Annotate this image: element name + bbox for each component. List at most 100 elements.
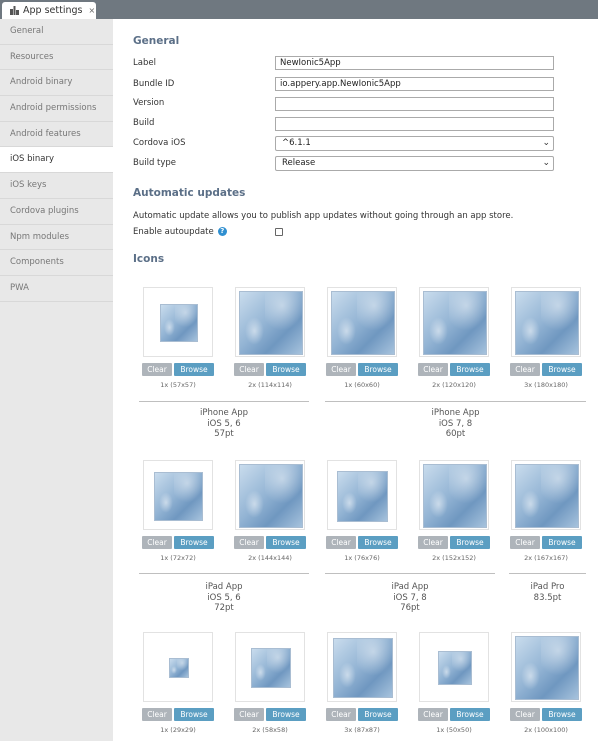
- browse-button[interactable]: Browse: [266, 363, 306, 376]
- sidebar-item-components[interactable]: Components: [0, 250, 113, 276]
- icon-cell: Clear Browse 1x (72x72): [141, 460, 215, 562]
- icon-size-label: 1x (76x76): [344, 554, 380, 562]
- browse-button[interactable]: Browse: [358, 363, 398, 376]
- clear-button[interactable]: Clear: [142, 536, 172, 549]
- sidebar: General Resources Android binary Android…: [0, 19, 113, 741]
- tab-app-settings[interactable]: App settings ×: [2, 2, 96, 19]
- general-section-title: General: [133, 35, 180, 47]
- clear-button[interactable]: Clear: [510, 708, 540, 721]
- browse-button[interactable]: Browse: [542, 363, 582, 376]
- group-label-line: iPhone App: [200, 408, 248, 418]
- browse-button[interactable]: Browse: [450, 363, 490, 376]
- icon-size-label: 1x (29x29): [160, 726, 196, 734]
- icon-cell: Clear Browse 3x (87x87): [325, 632, 399, 734]
- clear-button[interactable]: Clear: [326, 363, 356, 376]
- sidebar-item-android-binary[interactable]: Android binary: [0, 70, 113, 97]
- icon-size-label: 1x (60x60): [344, 381, 380, 389]
- browse-button[interactable]: Browse: [266, 536, 306, 549]
- clear-button[interactable]: Clear: [234, 708, 264, 721]
- icon-image: [337, 471, 388, 522]
- icon-preview: [143, 460, 213, 530]
- clear-button[interactable]: Clear: [510, 363, 540, 376]
- group-label-ipad-ios56: iPad App iOS 5, 6 72pt: [139, 582, 309, 614]
- icon-image: [169, 658, 189, 678]
- sidebar-item-ios-keys[interactable]: iOS keys: [0, 173, 113, 199]
- clear-button[interactable]: Clear: [326, 708, 356, 721]
- clear-button[interactable]: Clear: [326, 536, 356, 549]
- browse-button[interactable]: Browse: [174, 363, 214, 376]
- settings-icon: [10, 6, 19, 15]
- browse-button[interactable]: Browse: [174, 708, 214, 721]
- version-input[interactable]: [275, 97, 554, 111]
- icon-size-label: 2x (114x114): [248, 381, 292, 389]
- browse-button[interactable]: Browse: [266, 708, 306, 721]
- clear-button[interactable]: Clear: [418, 708, 448, 721]
- group-divider: [325, 573, 495, 574]
- clear-button[interactable]: Clear: [234, 363, 264, 376]
- group-label-line: iPhone App: [431, 408, 480, 418]
- sidebar-item-npm-modules[interactable]: Npm modules: [0, 225, 113, 251]
- icon-image: [154, 472, 203, 521]
- icon-size-label: 2x (58x58): [252, 726, 288, 734]
- cordova-ios-select[interactable]: ^6.1.1 ⌄: [275, 136, 554, 151]
- clear-button[interactable]: Clear: [418, 363, 448, 376]
- version-label: Version: [133, 98, 165, 108]
- icon-size-label: 2x (120x120): [432, 381, 476, 389]
- icon-cell: Clear Browse 2x (58x58): [233, 632, 307, 734]
- label-input[interactable]: NewIonic5App: [275, 56, 554, 70]
- group-divider: [139, 573, 309, 574]
- icon-image: [251, 648, 291, 688]
- clear-button[interactable]: Clear: [418, 536, 448, 549]
- clear-button[interactable]: Clear: [234, 536, 264, 549]
- browse-button[interactable]: Browse: [542, 536, 582, 549]
- clear-button[interactable]: Clear: [510, 536, 540, 549]
- icon-size-label: 2x (152x152): [432, 554, 476, 562]
- clear-button[interactable]: Clear: [142, 363, 172, 376]
- icon-image: [438, 651, 472, 685]
- sidebar-item-ios-binary[interactable]: iOS binary: [0, 147, 113, 174]
- icon-cell: Clear Browse 2x (114x114): [233, 287, 307, 389]
- browse-button[interactable]: Browse: [174, 536, 214, 549]
- close-icon[interactable]: ×: [88, 6, 95, 15]
- bundle-id-input[interactable]: io.appery.app.NewIonic5App: [275, 77, 554, 91]
- icon-cell: Clear Browse 2x (152x152): [417, 460, 491, 562]
- chevron-down-icon: ⌄: [542, 138, 550, 148]
- group-label-line: 83.5pt: [533, 592, 562, 603]
- build-type-label: Build type: [133, 158, 177, 168]
- group-label-ipad-ios78: iPad App iOS 7, 8 76pt: [325, 582, 495, 614]
- sidebar-item-pwa[interactable]: PWA: [0, 276, 113, 302]
- build-type-value: Release: [282, 158, 316, 168]
- clear-button[interactable]: Clear: [142, 708, 172, 721]
- group-label-line: iPad App: [205, 582, 243, 592]
- help-icon[interactable]: ?: [217, 227, 227, 236]
- bundle-id-label: Bundle ID: [133, 79, 175, 89]
- icon-preview: [419, 632, 489, 702]
- icon-image: [423, 291, 487, 355]
- browse-button[interactable]: Browse: [358, 536, 398, 549]
- group-label-line: iOS 5, 6: [207, 418, 241, 429]
- icon-cell: Clear Browse 1x (60x60): [325, 287, 399, 389]
- browse-button[interactable]: Browse: [450, 708, 490, 721]
- icon-size-label: 3x (87x87): [344, 726, 380, 734]
- enable-autoupdate-checkbox[interactable]: [275, 228, 283, 236]
- sidebar-item-resources[interactable]: Resources: [0, 45, 113, 71]
- build-input[interactable]: [275, 117, 554, 131]
- browse-button[interactable]: Browse: [542, 708, 582, 721]
- autoupdate-description: Automatic update allows you to publish a…: [133, 211, 514, 221]
- icon-image: [160, 304, 198, 342]
- cordova-ios-value: ^6.1.1: [282, 138, 311, 148]
- build-type-select[interactable]: Release ⌄: [275, 156, 554, 171]
- sidebar-item-cordova-plugins[interactable]: Cordova plugins: [0, 199, 113, 225]
- group-label-line: 60pt: [445, 429, 466, 439]
- icon-image: [515, 636, 579, 700]
- browse-button[interactable]: Browse: [358, 708, 398, 721]
- group-label-line: 72pt: [214, 603, 234, 613]
- sidebar-item-android-permissions[interactable]: Android permissions: [0, 96, 113, 122]
- group-label-iphone-ios78: iPhone App iOS 7, 8 60pt: [325, 408, 586, 440]
- sidebar-item-general[interactable]: General: [0, 19, 113, 45]
- sidebar-item-android-features[interactable]: Android features: [0, 122, 113, 148]
- icon-preview: [419, 460, 489, 530]
- automatic-updates-title: Automatic updates: [133, 187, 246, 199]
- icon-image: [515, 291, 579, 355]
- browse-button[interactable]: Browse: [450, 536, 490, 549]
